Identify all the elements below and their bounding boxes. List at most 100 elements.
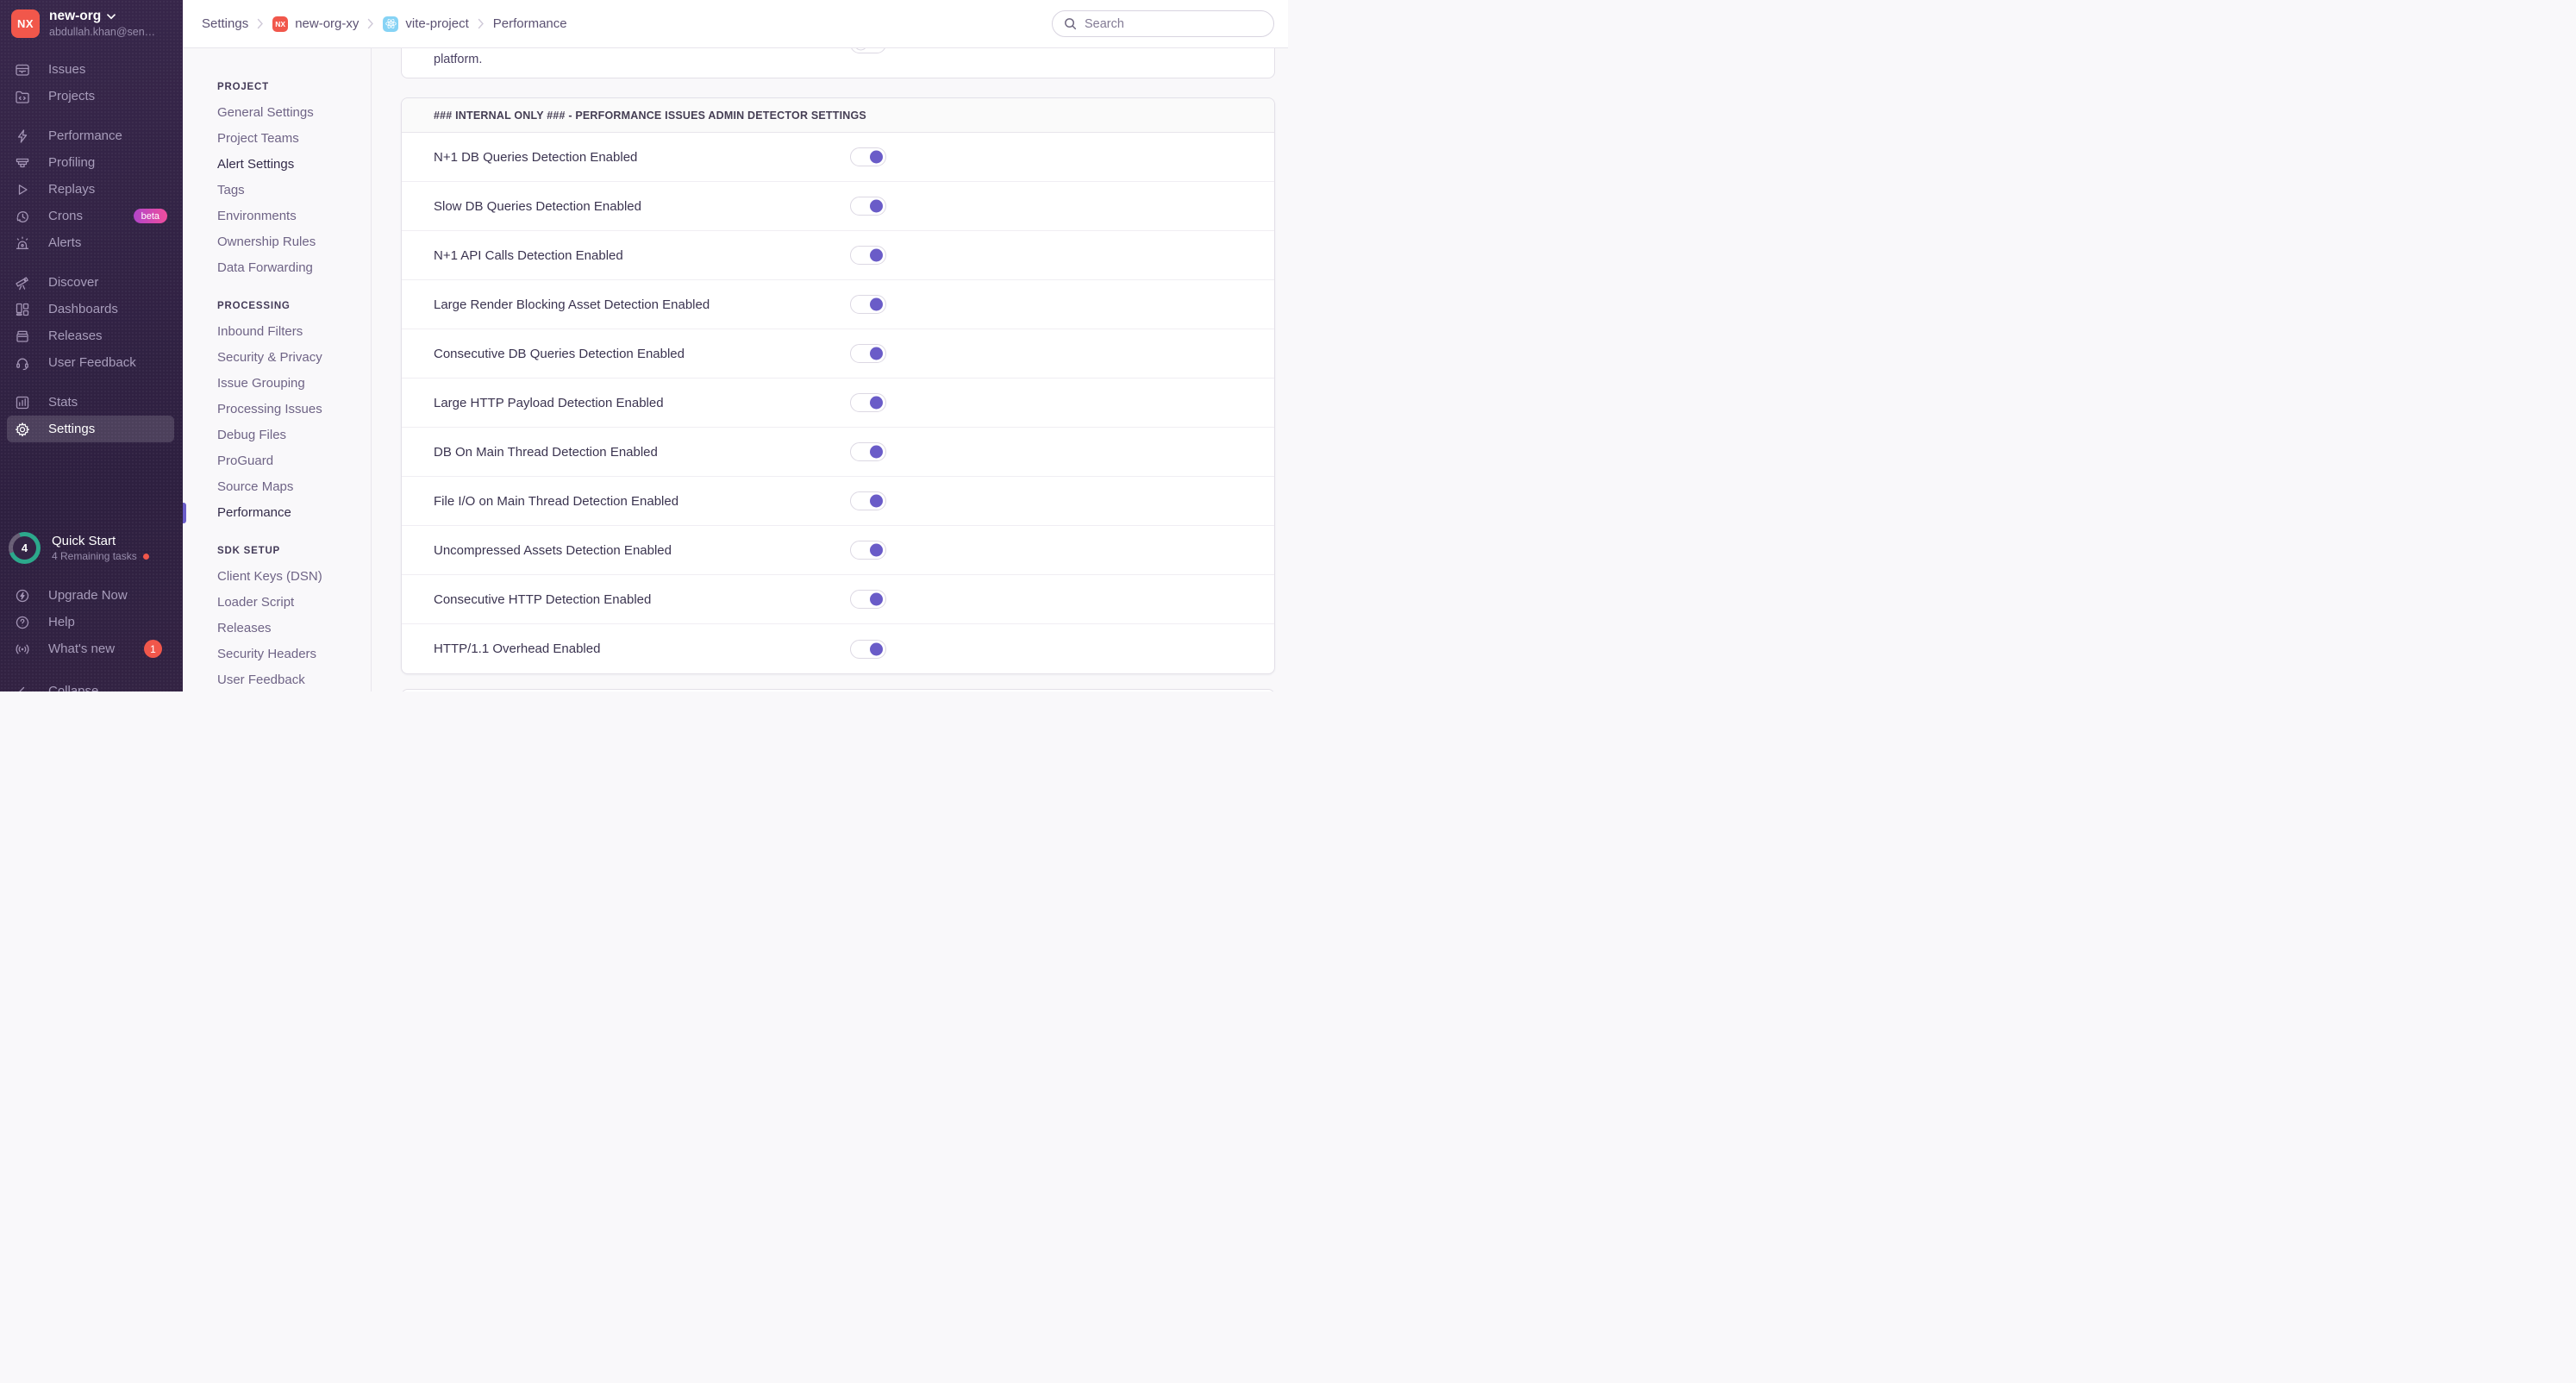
upgrade-icon bbox=[14, 587, 31, 604]
toggle-consecutive-db-queries-detection-enabled[interactable] bbox=[850, 344, 886, 363]
settings-nav-item-releases[interactable]: Releases bbox=[183, 616, 371, 641]
sidebar-item-label: Settings bbox=[48, 422, 96, 436]
sidebar-item-label: Help bbox=[48, 615, 75, 629]
sidebar-item-user-feedback[interactable]: User Feedback bbox=[0, 349, 183, 376]
sidebar-item-alerts[interactable]: Alerts bbox=[0, 229, 183, 256]
breadcrumb-item-settings[interactable]: Settings bbox=[202, 16, 248, 31]
settings-nav-item-project-teams[interactable]: Project Teams bbox=[183, 126, 371, 152]
chevron-right-icon bbox=[257, 18, 264, 29]
sidebar-item-upgrade-now[interactable]: Upgrade Now bbox=[0, 582, 183, 609]
quick-start[interactable]: 4 Quick Start 4 Remaining tasks bbox=[0, 532, 183, 564]
dashboards-icon bbox=[14, 301, 31, 318]
breadcrumb-item-performance[interactable]: Performance bbox=[493, 16, 567, 31]
sidebar-item-crons[interactable]: Crons beta bbox=[0, 203, 183, 229]
settings-nav-item-performance[interactable]: Performance bbox=[183, 500, 371, 526]
toggle-knob bbox=[869, 445, 883, 459]
toggle-consecutive-http-detection-enabled[interactable] bbox=[850, 590, 886, 609]
sidebar-item-issues[interactable]: Issues bbox=[0, 56, 183, 83]
sidebar-item-what-s-new[interactable]: What's new 1 bbox=[0, 635, 183, 662]
settings-nav-item-inbound-filters[interactable]: Inbound Filters bbox=[183, 319, 371, 345]
settings-nav-item-ownership-rules[interactable]: Ownership Rules bbox=[183, 229, 371, 255]
settings-nav-item-processing-issues[interactable]: Processing Issues bbox=[183, 397, 371, 422]
sidebar-item-label: User Feedback bbox=[48, 355, 136, 370]
toggle-knob bbox=[869, 543, 883, 557]
sidebar-item-profiling[interactable]: Profiling bbox=[0, 149, 183, 176]
settings-nav-item-user-feedback[interactable]: User Feedback bbox=[183, 667, 371, 692]
toggle-slow-db-queries-detection-enabled[interactable] bbox=[850, 197, 886, 216]
toggle-large-http-payload-detection-enabled[interactable] bbox=[850, 393, 886, 412]
settings-nav-item-data-forwarding[interactable]: Data Forwarding bbox=[183, 255, 371, 281]
settings-nav-item-label: Processing Issues bbox=[217, 402, 322, 416]
quick-start-subtitle: 4 Remaining tasks bbox=[52, 550, 137, 562]
profiling-icon bbox=[14, 154, 31, 172]
toggle-n-1-db-queries-detection-enabled[interactable] bbox=[850, 147, 886, 166]
sidebar-item-help[interactable]: Help bbox=[0, 609, 183, 635]
sidebar-item-label: Issues bbox=[48, 62, 86, 77]
settings-nav-item-security-privacy[interactable]: Security & Privacy bbox=[183, 345, 371, 371]
search-input[interactable] bbox=[1085, 16, 1263, 31]
settings-nav-item-label: Source Maps bbox=[217, 479, 294, 494]
search-icon bbox=[1063, 16, 1078, 31]
settings-nav-item-label: Debug Files bbox=[217, 428, 287, 442]
settings-nav-item-general-settings[interactable]: General Settings bbox=[183, 100, 371, 126]
sidebar-item-discover[interactable]: Discover bbox=[0, 269, 183, 296]
settings-nav-item-debug-files[interactable]: Debug Files bbox=[183, 422, 371, 448]
setting-row-consecutive-db-queries-detection-enabled: Consecutive DB Queries Detection Enabled bbox=[402, 329, 1274, 379]
breadcrumb-item-new-org-xy[interactable]: NX new-org-xy bbox=[272, 16, 359, 32]
settings-nav-item-label: General Settings bbox=[217, 105, 314, 120]
sidebar-item-stats[interactable]: Stats bbox=[0, 389, 183, 416]
toggle-large-render-blocking-asset-detection-enabled[interactable] bbox=[850, 295, 886, 314]
settings-nav-item-source-maps[interactable]: Source Maps bbox=[183, 474, 371, 500]
sidebar-item-label: Collapse bbox=[48, 684, 99, 692]
sidebar-item-label: Projects bbox=[48, 89, 96, 103]
settings-nav-item-label: User Feedback bbox=[217, 673, 305, 687]
quick-start-title: Quick Start bbox=[52, 534, 116, 548]
settings-nav-group: PROJECT General Settings Project Teams Aler… bbox=[183, 74, 371, 281]
sidebar-item-performance[interactable]: Performance bbox=[0, 122, 183, 149]
setting-row-large-render-blocking-asset-detection-enabled: Large Render Blocking Asset Detection En… bbox=[402, 280, 1274, 329]
setting-row-n-1-api-calls-detection-enabled: N+1 API Calls Detection Enabled bbox=[402, 231, 1274, 280]
toggle-uncompressed-assets-detection-enabled[interactable] bbox=[850, 541, 886, 560]
search-box[interactable] bbox=[1052, 10, 1274, 37]
toggle-file-i-o-on-main-thread-detection-enabled[interactable] bbox=[850, 491, 886, 510]
settings-nav-heading-processing: PROCESSING bbox=[217, 301, 291, 311]
settings-nav-item-client-keys-dsn[interactable]: Client Keys (DSN) bbox=[183, 564, 371, 590]
whats-new-icon bbox=[14, 641, 31, 658]
settings-nav-item-security-headers[interactable]: Security Headers bbox=[183, 641, 371, 667]
setting-row-file-i-o-on-main-thread-detection-enabled: File I/O on Main Thread Detection Enable… bbox=[402, 477, 1274, 526]
nav-group: Stats Settings bbox=[0, 389, 183, 442]
notification-dot bbox=[142, 553, 149, 560]
settings-nav-heading-sdk-setup: SDK SETUP bbox=[217, 546, 281, 556]
toggle-n-1-api-calls-detection-enabled[interactable] bbox=[850, 246, 886, 265]
settings-nav-item-loader-script[interactable]: Loader Script bbox=[183, 590, 371, 616]
sidebar-item-releases[interactable]: Releases bbox=[0, 322, 183, 349]
settings-nav-item-label: Releases bbox=[217, 621, 272, 635]
setting-row-label: HTTP/1.1 Overhead Enabled bbox=[434, 641, 601, 656]
sidebar-item-projects[interactable]: Projects bbox=[0, 83, 183, 110]
toggle-db-on-main-thread-detection-enabled[interactable] bbox=[850, 442, 886, 461]
sidebar-item-replays[interactable]: Replays bbox=[0, 176, 183, 203]
sidebar-item-dashboards[interactable]: Dashboards bbox=[0, 296, 183, 322]
panel-title: ### INTERNAL ONLY ### - PERFORMANCE ISSU… bbox=[434, 109, 866, 122]
sidebar-footer-nav: Upgrade Now Help What's new 1 bbox=[0, 582, 183, 662]
breadcrumb-item-vite-project[interactable]: vite-project bbox=[383, 16, 469, 32]
settings-nav-item-environments[interactable]: Environments bbox=[183, 203, 371, 229]
org-switcher[interactable]: NX new-org abdullah.khan@sen… bbox=[0, 0, 183, 45]
settings-nav-item-proguard[interactable]: ProGuard bbox=[183, 448, 371, 474]
settings-nav-group: PROCESSING Inbound Filters Security & Priv… bbox=[183, 293, 371, 526]
sidebar-item-collapse[interactable]: Collapse bbox=[0, 678, 183, 692]
sidebar-item-settings[interactable]: Settings bbox=[7, 416, 174, 442]
chevron-right-icon bbox=[367, 18, 374, 29]
nav-group: Issues Projects bbox=[0, 56, 183, 110]
gear-icon bbox=[14, 421, 31, 438]
breadcrumb-label: vite-project bbox=[405, 16, 469, 31]
settings-nav-item-label: Inbound Filters bbox=[217, 324, 303, 339]
settings-nav-item-tags[interactable]: Tags bbox=[183, 178, 371, 203]
breadcrumb-label: Settings bbox=[202, 16, 249, 31]
settings-nav-item-issue-grouping[interactable]: Issue Grouping bbox=[183, 371, 371, 397]
toggle-http-1-1-overhead-enabled[interactable] bbox=[850, 639, 886, 659]
settings-nav-item-alert-settings[interactable]: Alert Settings bbox=[183, 152, 371, 178]
sidebar-item-label: Releases bbox=[48, 329, 103, 343]
nav-group: Discover Dashboards Releases User Feedback bbox=[0, 269, 183, 376]
beta-badge: beta bbox=[133, 209, 167, 223]
